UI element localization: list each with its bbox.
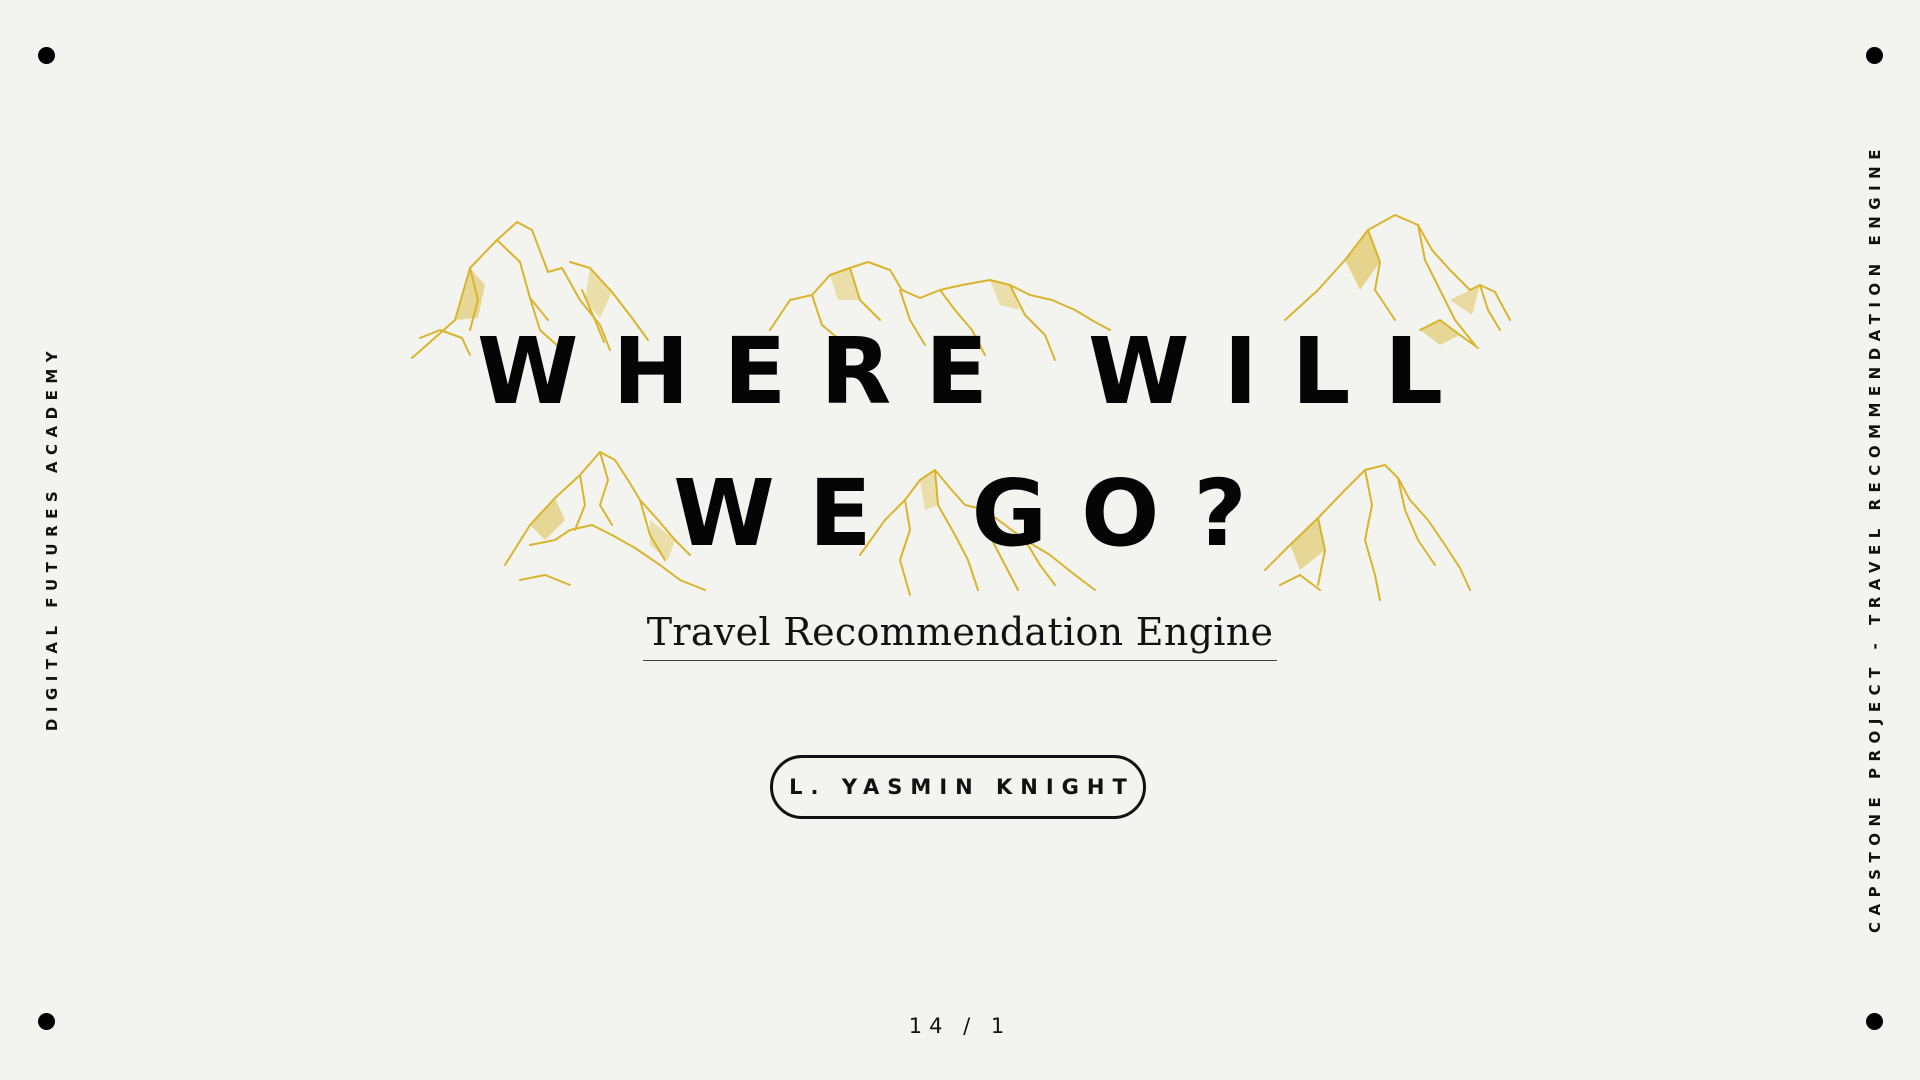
author-badge: L. YASMIN KNIGHT: [770, 755, 1146, 819]
title-line-1: WHERE WILL: [477, 318, 1477, 425]
page-counter: 14 / 1: [908, 1014, 1012, 1038]
subtitle-container: Travel Recommendation Engine: [0, 610, 1920, 661]
subtitle: Travel Recommendation Engine: [642, 610, 1278, 661]
title-line-2: WE GO?: [673, 460, 1281, 567]
slide: DIGITAL FUTURES ACADEMY CAPSTONE PROJECT…: [0, 0, 1920, 1080]
